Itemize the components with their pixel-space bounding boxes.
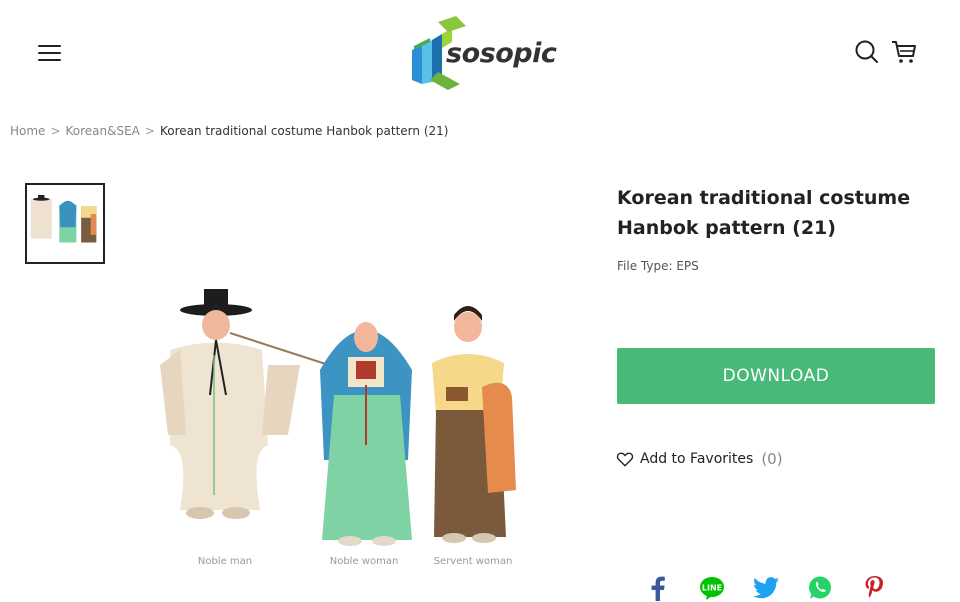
breadcrumb-category[interactable]: Korean&SEA bbox=[66, 124, 140, 138]
caption-servant-woman: Servent woman bbox=[434, 556, 513, 567]
breadcrumb-current: Korean traditional costume Hanbok patter… bbox=[159, 124, 449, 138]
breadcrumb-home[interactable]: Home bbox=[10, 124, 45, 138]
heart-icon bbox=[616, 452, 634, 467]
whatsapp-icon[interactable] bbox=[806, 574, 834, 602]
search-icon[interactable] bbox=[854, 39, 880, 65]
caption-noble-man: Noble man bbox=[198, 556, 252, 567]
favorites-label: Add to Favorites bbox=[640, 451, 754, 467]
product-title: Korean traditional costume Hanbok patter… bbox=[617, 187, 911, 239]
product-image: Noble man Noble woman Servent woman bbox=[150, 275, 550, 575]
caption-noble-woman: Noble woman bbox=[330, 556, 399, 567]
download-button[interactable]: DOWNLOAD bbox=[617, 348, 935, 404]
servant-woman-figure bbox=[432, 306, 516, 543]
breadcrumb-separator: > bbox=[144, 124, 155, 138]
cart-icon[interactable] bbox=[890, 38, 918, 66]
line-icon[interactable]: LINE bbox=[698, 574, 726, 602]
logo[interactable]: sosopic bbox=[408, 12, 557, 92]
svg-text:LINE: LINE bbox=[702, 584, 722, 593]
add-to-favorites[interactable]: Add to Favorites (0) bbox=[616, 450, 783, 468]
favorites-count: (0) bbox=[761, 450, 783, 468]
pinterest-icon[interactable] bbox=[860, 574, 888, 602]
product-thumbnail[interactable] bbox=[25, 183, 105, 264]
file-type: File Type: EPS bbox=[617, 259, 699, 273]
site-header: sosopic bbox=[0, 0, 960, 110]
noble-woman-figure bbox=[320, 322, 412, 546]
breadcrumb-separator: > bbox=[50, 124, 61, 138]
breadcrumb: Home > Korean&SEA > Korean traditional costu… bbox=[10, 124, 448, 138]
menu-icon[interactable] bbox=[38, 43, 62, 63]
facebook-icon[interactable] bbox=[644, 574, 672, 602]
twitter-icon[interactable] bbox=[752, 574, 780, 602]
logo-text: sosopic bbox=[446, 38, 557, 69]
noble-man-figure bbox=[160, 289, 336, 519]
